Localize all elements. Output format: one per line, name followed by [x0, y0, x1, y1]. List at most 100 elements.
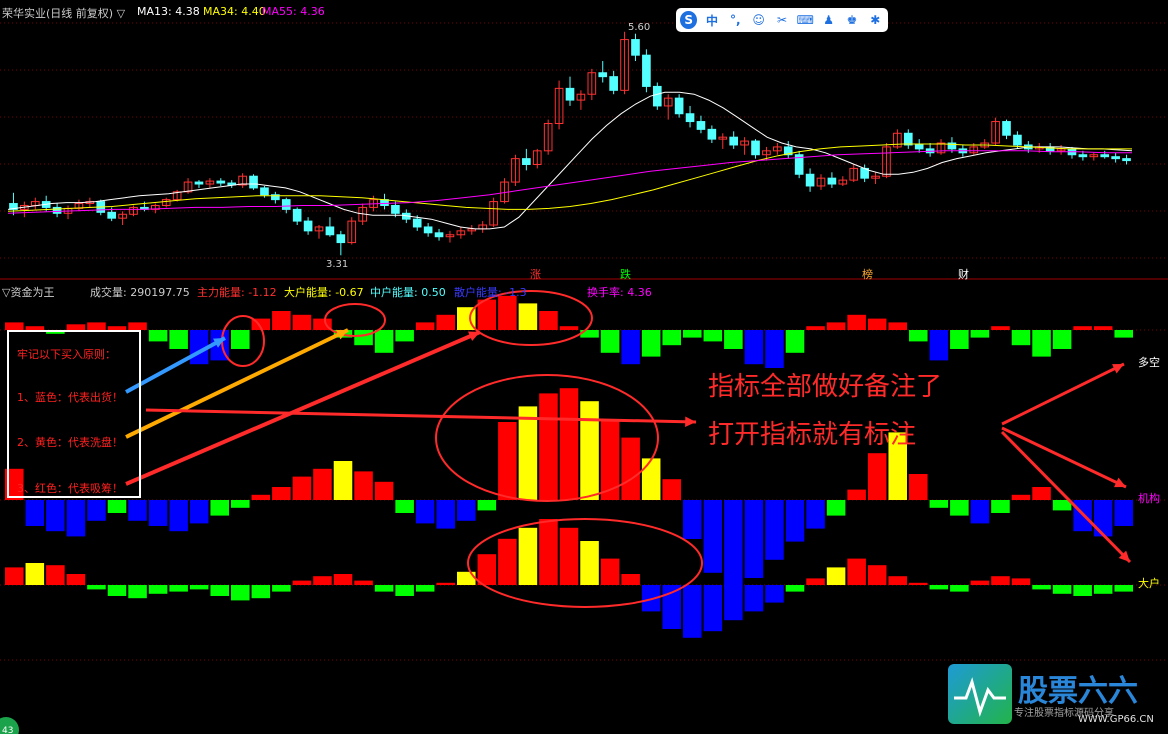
dahu-bar: [477, 554, 497, 585]
jigou-bar: [929, 500, 949, 508]
jigou-bar: [950, 500, 969, 516]
jigou-bar: [395, 500, 414, 513]
duokong-bar: [5, 322, 24, 330]
duokong-bar: [867, 318, 887, 330]
jigou-bar: [580, 401, 599, 500]
settings-icon[interactable]: ✱: [867, 11, 884, 29]
jigou-bar: [457, 500, 476, 521]
jigou-bar: [703, 500, 723, 573]
dahu-bar: [251, 585, 271, 599]
annotation-line-2: 打开指标就有标注: [708, 420, 917, 450]
duokong-bar: [148, 330, 168, 342]
candle-body: [565, 87, 575, 101]
dahu-bar: [888, 576, 907, 585]
duokong-bar: [703, 330, 723, 342]
jigou-bar: [765, 500, 784, 560]
event-cai: 财: [958, 268, 969, 281]
duokong-bar: [87, 322, 106, 330]
duokong-bar: [1073, 326, 1092, 330]
logo-mark-icon: [948, 664, 1012, 724]
rule-blue: 1、蓝色：代表出货！: [17, 391, 123, 404]
ma55-label: MA55: 4.36: [262, 5, 325, 18]
duokong-bar: [169, 330, 188, 349]
jigou-bar: [970, 500, 990, 524]
candle-body: [1013, 134, 1022, 146]
emoji-icon[interactable]: ☺: [750, 11, 767, 29]
label-duokong: 多空: [1138, 356, 1160, 369]
jigou-bar: [272, 487, 291, 500]
keyboard-icon[interactable]: ⌨: [797, 11, 814, 29]
annotation-arrow-head: [685, 416, 696, 427]
jigou-bar: [1011, 494, 1031, 500]
dahu-bar: [128, 585, 147, 599]
duokong-bar: [744, 330, 764, 365]
duokong-bar: [991, 326, 1010, 330]
jigou-bar: [148, 500, 168, 526]
duokong-bar: [415, 322, 435, 330]
jigou-bar: [210, 500, 229, 516]
dahu-bar: [518, 527, 538, 585]
candle-body: [216, 180, 226, 184]
jigou-bar: [477, 500, 497, 511]
logo-icon[interactable]: S: [680, 11, 698, 29]
duokong-bar: [128, 322, 147, 330]
candle-body: [1122, 158, 1131, 162]
shirt-icon[interactable]: ♚: [843, 11, 860, 29]
jigou-bar: [662, 479, 681, 500]
user-icon[interactable]: ♟: [820, 11, 837, 29]
chart-stage: [0, 0, 1168, 734]
ma13-label: MA13: 4.38: [137, 5, 200, 18]
label-dahu: 大户: [1138, 577, 1160, 590]
event-zhang: 涨: [530, 268, 541, 281]
jigou-bar: [559, 388, 579, 500]
candle-body: [707, 128, 717, 140]
candle-body: [685, 113, 695, 123]
candle-body: [249, 175, 258, 189]
jigou-bar: [826, 500, 846, 516]
dahu-bar: [909, 582, 928, 585]
jigou-bar: [107, 500, 127, 513]
candle-body: [1100, 154, 1110, 158]
jigou-bar: [292, 476, 312, 500]
ma55-line: [7, 150, 1132, 214]
big-energy-label: 大户能量: -0.67: [284, 286, 364, 299]
duokong-bar: [970, 330, 990, 338]
dahu-bar: [600, 558, 620, 585]
dahu-bar: [785, 585, 805, 592]
candle-body: [423, 226, 433, 234]
buy-rules-box: 牢记以下买入原则： 1、蓝色：代表出货！ 2、黄色：代表洗盘！ 3、红色：代表吸…: [7, 330, 141, 498]
jigou-bar: [46, 500, 65, 532]
dahu-bar: [621, 574, 640, 585]
candle-body: [412, 218, 422, 228]
duokong-bar: [1032, 330, 1051, 357]
jigou-bar: [1114, 500, 1133, 526]
dahu-bar: [87, 585, 106, 590]
dahu-bar: [867, 565, 887, 585]
candle-body: [325, 226, 335, 236]
duokong-bar: [641, 330, 661, 357]
dahu-bar: [580, 541, 599, 585]
arrow-to-jigou: [1001, 426, 1127, 489]
jigou-bar: [231, 500, 250, 508]
dahu-bar: [436, 582, 455, 585]
duokong-bar: [374, 330, 394, 353]
dahu-bar: [847, 558, 866, 585]
dahu-bar: [292, 580, 312, 585]
chinese-input-icon[interactable]: 中: [703, 11, 720, 29]
corner-badge-text: 43: [2, 726, 13, 734]
punctuation-icon[interactable]: °,: [727, 11, 744, 29]
candle-body: [52, 206, 62, 214]
rule-red: 3、红色：代表吸筹！: [17, 482, 123, 495]
duokong-bar: [1114, 330, 1133, 338]
candle-body: [696, 121, 706, 130]
high-price-marker: 5.60: [628, 22, 651, 33]
dahu-bar: [169, 585, 188, 592]
scissors-icon[interactable]: ✂: [773, 11, 790, 29]
dahu-bar: [333, 574, 353, 585]
mid-energy-label: 中户能量: 0.50: [370, 286, 446, 299]
dahu-bar: [703, 585, 723, 632]
dahu-bar: [559, 527, 579, 585]
annotation-arrow: [145, 408, 697, 424]
dahu-bar: [272, 585, 291, 592]
candle-body: [1111, 156, 1120, 160]
